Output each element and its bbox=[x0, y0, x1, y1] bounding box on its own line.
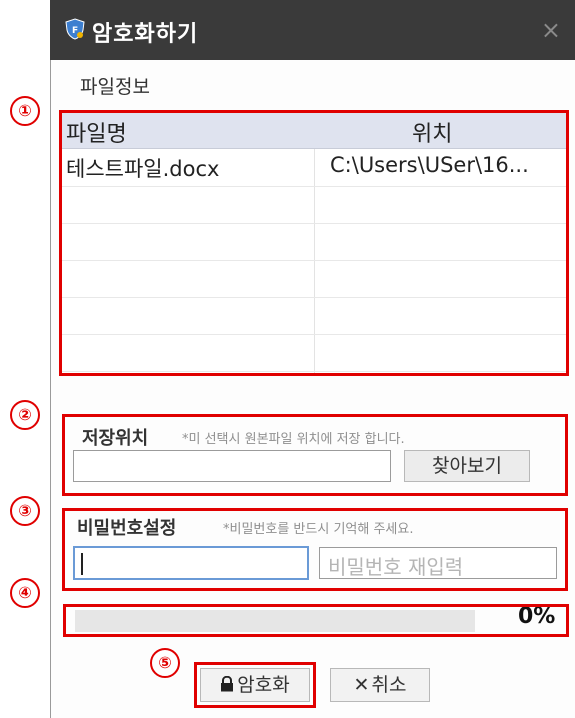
annotation-number-1: ① bbox=[10, 96, 40, 126]
annotation-box-progress bbox=[63, 604, 569, 637]
annotation-box-file-table bbox=[59, 110, 569, 376]
annotation-box-password bbox=[62, 508, 568, 591]
annotation-number-3: ③ bbox=[10, 496, 40, 526]
close-icon[interactable]: × bbox=[541, 16, 561, 44]
cancel-button[interactable]: ✕ 취소 bbox=[330, 668, 430, 702]
annotation-number-2: ② bbox=[10, 400, 40, 430]
cancel-button-label: 취소 bbox=[371, 674, 407, 696]
title-bar: F 암호화하기 × bbox=[50, 0, 575, 60]
x-icon: ✕ bbox=[353, 674, 370, 696]
annotation-box-encrypt bbox=[194, 662, 316, 708]
app-shield-icon: F bbox=[64, 18, 86, 40]
annotation-box-save-location bbox=[62, 414, 568, 496]
file-info-label: 파일정보 bbox=[80, 76, 150, 98]
annotation-number-4: ④ bbox=[10, 578, 40, 608]
window-title: 암호화하기 bbox=[92, 22, 199, 47]
annotation-number-5: ⑤ bbox=[150, 648, 180, 678]
